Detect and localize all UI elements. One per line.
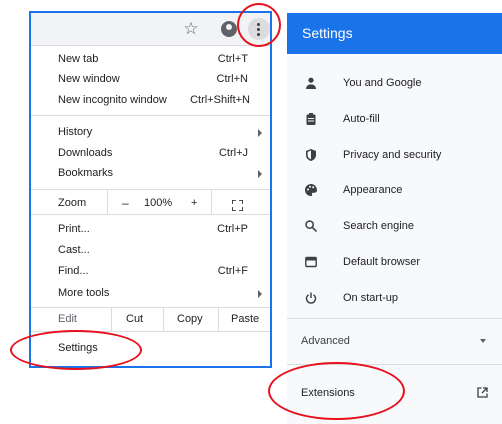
- clipboard-icon: [306, 113, 316, 125]
- profile-avatar-icon[interactable]: [221, 21, 237, 37]
- nav-item-label: Appearance: [343, 184, 403, 196]
- nav-item-appearance[interactable]: Appearance: [287, 175, 502, 205]
- highlight-circle-extensions: [268, 362, 405, 420]
- menu-item-new-incognito-window[interactable]: New incognito window Ctrl+Shift+N: [31, 90, 270, 111]
- cut-button[interactable]: Cut: [126, 308, 143, 331]
- menu-item-bookmarks[interactable]: Bookmarks: [31, 163, 270, 184]
- edit-divider: [218, 308, 219, 331]
- zoom-row: Zoom – 100% +: [31, 193, 270, 214]
- highlight-circle-kebab: [237, 3, 281, 47]
- menu-item-label: Bookmarks: [58, 167, 114, 179]
- zoom-divider: [211, 189, 212, 214]
- chevron-down-icon: [480, 339, 486, 343]
- palette-icon: [305, 184, 317, 196]
- edit-divider: [111, 308, 112, 331]
- menu-item-shortcut: Ctrl+T: [217, 53, 248, 65]
- menu-item-shortcut: Ctrl+N: [216, 73, 248, 85]
- edit-row: Edit Cut Copy Paste: [31, 308, 270, 331]
- menu-item-print[interactable]: Print... Ctrl+P: [31, 219, 270, 240]
- nav-divider: [287, 318, 502, 319]
- submenu-arrow-icon: [258, 290, 262, 298]
- zoom-in-button[interactable]: +: [191, 193, 197, 214]
- settings-title: Settings: [302, 25, 353, 41]
- submenu-arrow-icon: [258, 170, 262, 178]
- fullscreen-icon[interactable]: [231, 198, 244, 212]
- nav-item-privacy-and-security[interactable]: Privacy and security: [287, 140, 502, 170]
- power-icon: [305, 292, 317, 304]
- nav-item-label: You and Google: [343, 77, 422, 89]
- nav-item-label: Search engine: [343, 220, 414, 232]
- menu-item-new-tab[interactable]: New tab Ctrl+T: [31, 49, 270, 70]
- menu-item-label: Cast...: [58, 244, 90, 256]
- copy-button[interactable]: Copy: [177, 308, 203, 331]
- menu-item-shortcut: Ctrl+P: [217, 223, 248, 235]
- edit-divider: [163, 308, 164, 331]
- menu-item-find[interactable]: Find... Ctrl+F: [31, 261, 270, 282]
- zoom-divider: [107, 189, 108, 214]
- menu-divider: [31, 189, 270, 190]
- shield-icon: [306, 149, 316, 161]
- nav-item-label: Privacy and security: [343, 149, 442, 161]
- zoom-label: Zoom: [58, 197, 87, 209]
- open-in-new-icon: [477, 387, 488, 398]
- nav-item-label: Default browser: [343, 256, 421, 268]
- menu-item-label: New tab: [58, 53, 99, 65]
- menu-item-label: New incognito window: [58, 94, 167, 106]
- nav-item-auto-fill[interactable]: Auto-fill: [287, 104, 502, 134]
- menu-item-more-tools[interactable]: More tools: [31, 283, 270, 304]
- nav-item-label: On start-up: [343, 292, 399, 304]
- highlight-circle-settings: [10, 330, 142, 370]
- menu-item-label: Downloads: [58, 147, 113, 159]
- paste-button[interactable]: Paste: [231, 308, 259, 331]
- nav-item-advanced[interactable]: Advanced: [287, 326, 502, 356]
- menu-item-shortcut: Ctrl+J: [218, 147, 248, 159]
- nav-item-you-and-google[interactable]: You and Google: [287, 68, 502, 98]
- browser-icon: [305, 256, 317, 268]
- nav-item-label: Auto-fill: [343, 113, 380, 125]
- menu-item-label: History: [58, 126, 93, 138]
- menu-item-shortcut: Ctrl+F: [217, 265, 248, 277]
- nav-item-label: Advanced: [301, 335, 350, 347]
- menu-item-label: Find...: [58, 265, 89, 277]
- edit-label: Edit: [58, 313, 77, 325]
- menu-item-history[interactable]: History: [31, 122, 270, 143]
- menu-item-downloads[interactable]: Downloads Ctrl+J: [31, 143, 270, 164]
- menu-item-shortcut: Ctrl+Shift+N: [190, 94, 250, 106]
- nav-item-default-browser[interactable]: Default browser: [287, 247, 502, 277]
- submenu-arrow-icon: [258, 129, 262, 137]
- menu-divider: [31, 214, 270, 215]
- menu-item-label: New window: [58, 73, 120, 85]
- bookmark-star-icon[interactable]: ☆: [182, 20, 200, 38]
- nav-item-search-engine[interactable]: Search engine: [287, 211, 502, 241]
- menu-item-new-window[interactable]: New window Ctrl+N: [31, 69, 270, 90]
- nav-item-on-start-up[interactable]: On start-up: [287, 283, 502, 313]
- person-icon: [306, 77, 316, 89]
- zoom-out-button[interactable]: –: [122, 193, 129, 214]
- menu-item-cast[interactable]: Cast...: [31, 240, 270, 261]
- menu-item-label: More tools: [58, 287, 110, 299]
- menu-item-label: Print...: [58, 223, 90, 235]
- zoom-level: 100%: [144, 197, 173, 209]
- search-icon: [305, 220, 317, 232]
- menu-divider: [31, 115, 270, 116]
